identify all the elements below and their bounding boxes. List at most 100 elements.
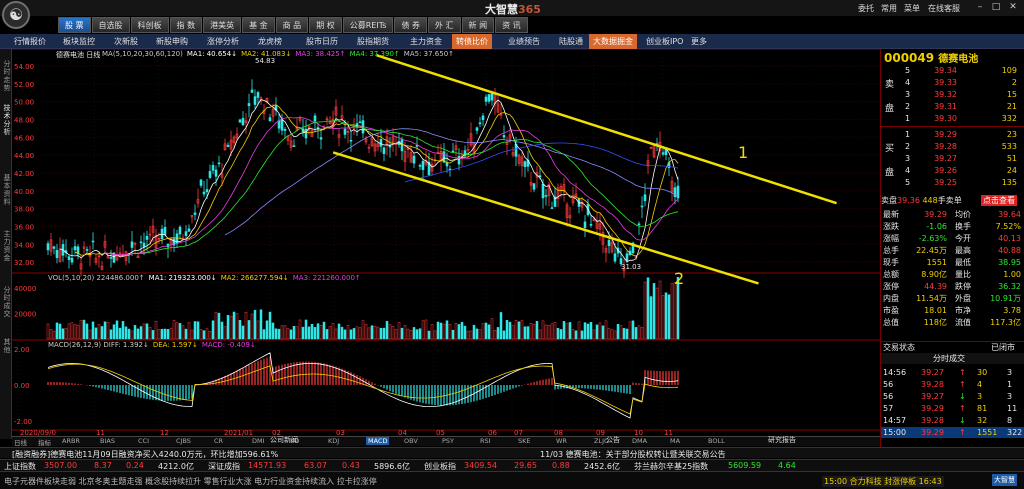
menu-commodities[interactable]: 商 品 [275, 17, 309, 33]
menu-info[interactable]: 资 讯 [495, 17, 528, 33]
indicator-tab-cci[interactable]: CCI [138, 437, 149, 445]
indicator-tab-ma[interactable]: MA [670, 437, 680, 445]
ticker-value: 29.65 [514, 461, 537, 470]
volume-bar [115, 320, 119, 340]
volume-bar [568, 322, 572, 340]
minimize-icon[interactable]: – [974, 1, 986, 13]
indicator-tab-macd[interactable]: MACD [366, 437, 390, 445]
indicator-tab-obv[interactable]: OBV [404, 437, 418, 445]
sub-new-stocks[interactable]: 次新股 [114, 36, 138, 47]
candle-body [193, 212, 197, 215]
menu-bonds[interactable]: 债 券 [394, 17, 427, 33]
sub-more[interactable]: 更多 [691, 36, 707, 47]
sub-dragon-tiger[interactable]: 龙虎榜 [258, 36, 282, 47]
app-logo-icon[interactable]: ☯ [2, 1, 30, 29]
brand-badge[interactable]: 大智慧 [992, 474, 1017, 486]
tab-announcements[interactable]: 公告 [606, 435, 620, 445]
volume-bar [166, 329, 170, 340]
volume-bar [610, 329, 614, 340]
volume-bar [118, 327, 122, 340]
stock-title: 000049 德赛电池 [884, 50, 978, 65]
volume-bar [505, 320, 509, 340]
sub-main-funds[interactable]: 主力资金 [410, 36, 442, 47]
stat-label: 跌停 [955, 282, 971, 291]
indicator-tab-bias[interactable]: BIAS [100, 437, 115, 445]
tab-technical[interactable]: 技术分析 [0, 99, 12, 141]
volume-bar [94, 327, 98, 340]
indicator-tab-cr[interactable]: CR [214, 437, 223, 445]
menu-link-menu[interactable]: 菜单 [904, 3, 920, 14]
title-bar: 大智慧365 委托 常用 菜单 在线客服 – □ ✕ [0, 0, 1024, 16]
menu-news[interactable]: 新 闻 [461, 17, 495, 33]
close-icon[interactable]: ✕ [1007, 1, 1019, 13]
indicator-tab-arbr[interactable]: ARBR [62, 437, 80, 445]
menu-reits[interactable]: 公募REITs [342, 17, 394, 33]
volume-bar [673, 282, 677, 340]
news-bar[interactable]: [融资融券]德赛电池11月09日融资净买入4240.0万元，环比增加596.61… [0, 447, 1024, 459]
sub-limit-up[interactable]: 涨停分析 [207, 36, 239, 47]
sub-big-data[interactable]: 大数据掘金 [589, 34, 637, 49]
clock-alert[interactable]: 15:00 合力科技 封涨停板 16:43 [822, 476, 944, 487]
volume-bar [451, 329, 455, 340]
tab-ticks[interactable]: 分时成交 [0, 281, 12, 323]
sub-sector-monitor[interactable]: 板块监控 [63, 36, 95, 47]
indicator-tabs: 日线 指标 ARBR BIAS CCI CJBS CR DMI KD KDJ MACD OBV PSY R… [12, 436, 880, 447]
sub-quotes[interactable]: 行情报价 [14, 36, 46, 47]
tab-fundamentals[interactable]: 基本资料 [0, 169, 12, 211]
ask-volume: 2 [1011, 78, 1017, 87]
bid-pan-label: 盘 [885, 168, 895, 178]
sub-convertible[interactable]: 转债比价 [452, 34, 492, 49]
ask-volume: 15 [1006, 90, 1017, 99]
indicator-tab-rsi[interactable]: RSI [480, 437, 491, 445]
marquee-text[interactable]: 电子元器件板块走弱 北京冬奥主题走强 概念股持续拉升 零售行业大涨 电力行业资金… [4, 476, 377, 487]
volume-bar [76, 324, 80, 340]
indicator-tab-boll[interactable]: BOLL [708, 437, 725, 445]
indicator-tab-psy[interactable]: PSY [442, 437, 454, 445]
sub-calendar[interactable]: 股市日历 [306, 36, 338, 47]
candle-body [91, 240, 95, 243]
menu-star-market[interactable]: 科创板 [130, 17, 169, 33]
menu-options[interactable]: 期 权 [309, 17, 342, 33]
indicator-tab-dmi[interactable]: DMI [252, 437, 265, 445]
indicator-tab-ske[interactable]: SKE [518, 437, 531, 445]
maximize-icon[interactable]: □ [990, 1, 1002, 13]
indicator-tab-wr[interactable]: WR [556, 437, 567, 445]
sub-ipo-subscribe[interactable]: 新股申购 [156, 36, 188, 47]
volume-bar [613, 330, 617, 340]
menu-link-common[interactable]: 常用 [881, 3, 897, 14]
sub-earnings[interactable]: 业绩预告 [508, 36, 540, 47]
menu-index[interactable]: 指 数 [169, 17, 203, 33]
volume-bar [274, 328, 278, 340]
menu-link-entrust[interactable]: 委托 [858, 3, 874, 14]
indicator-tab-cjbs[interactable]: CJBS [176, 437, 191, 445]
view-sell-orders-button[interactable]: 点击查看 [981, 195, 1017, 206]
stock-name: 德赛电池 [938, 54, 979, 65]
tab-research[interactable]: 研究报告 [768, 435, 796, 445]
volume-bar [634, 327, 638, 340]
indicator-tab-dma[interactable]: DMA [632, 437, 647, 445]
sub-chinext-ipo[interactable]: 创业板IPO [646, 36, 683, 47]
candle-body [70, 257, 74, 263]
tab-intraday[interactable]: 分时走势 [0, 55, 12, 97]
tab-other[interactable]: 其他 [0, 335, 12, 357]
candle-body [256, 92, 260, 98]
tab-main-funds[interactable]: 主力资金 [0, 225, 12, 267]
ask-price: 39.32 [934, 90, 957, 99]
tick-time: 56 [883, 392, 894, 401]
sub-index-futures[interactable]: 股指期货 [357, 36, 389, 47]
sub-hk-connect[interactable]: 陆股通 [559, 36, 583, 47]
menu-watchlist[interactable]: 自选股 [91, 17, 130, 33]
menu-funds[interactable]: 基 金 [242, 17, 275, 33]
indicator-tab-kdj[interactable]: KDJ [328, 437, 339, 445]
volume-bar [580, 330, 584, 340]
candle-body [247, 103, 251, 107]
menu-forex[interactable]: 外 汇 [427, 17, 461, 33]
menu-hk-us-uk[interactable]: 港美英 [203, 17, 242, 33]
candle-body [52, 246, 56, 249]
menu-link-support[interactable]: 在线客服 [928, 3, 960, 14]
kline-chart-area[interactable]: 54.00 52.00 50.00 48.00 46.00 44.00 42.00 40.00… [12, 49, 880, 447]
menu-stocks[interactable]: 股 票 [58, 17, 91, 33]
volume-bar [154, 320, 158, 340]
stat-label: 换手 [955, 222, 971, 231]
tab-company-news[interactable]: 公司新闻 [270, 435, 298, 445]
